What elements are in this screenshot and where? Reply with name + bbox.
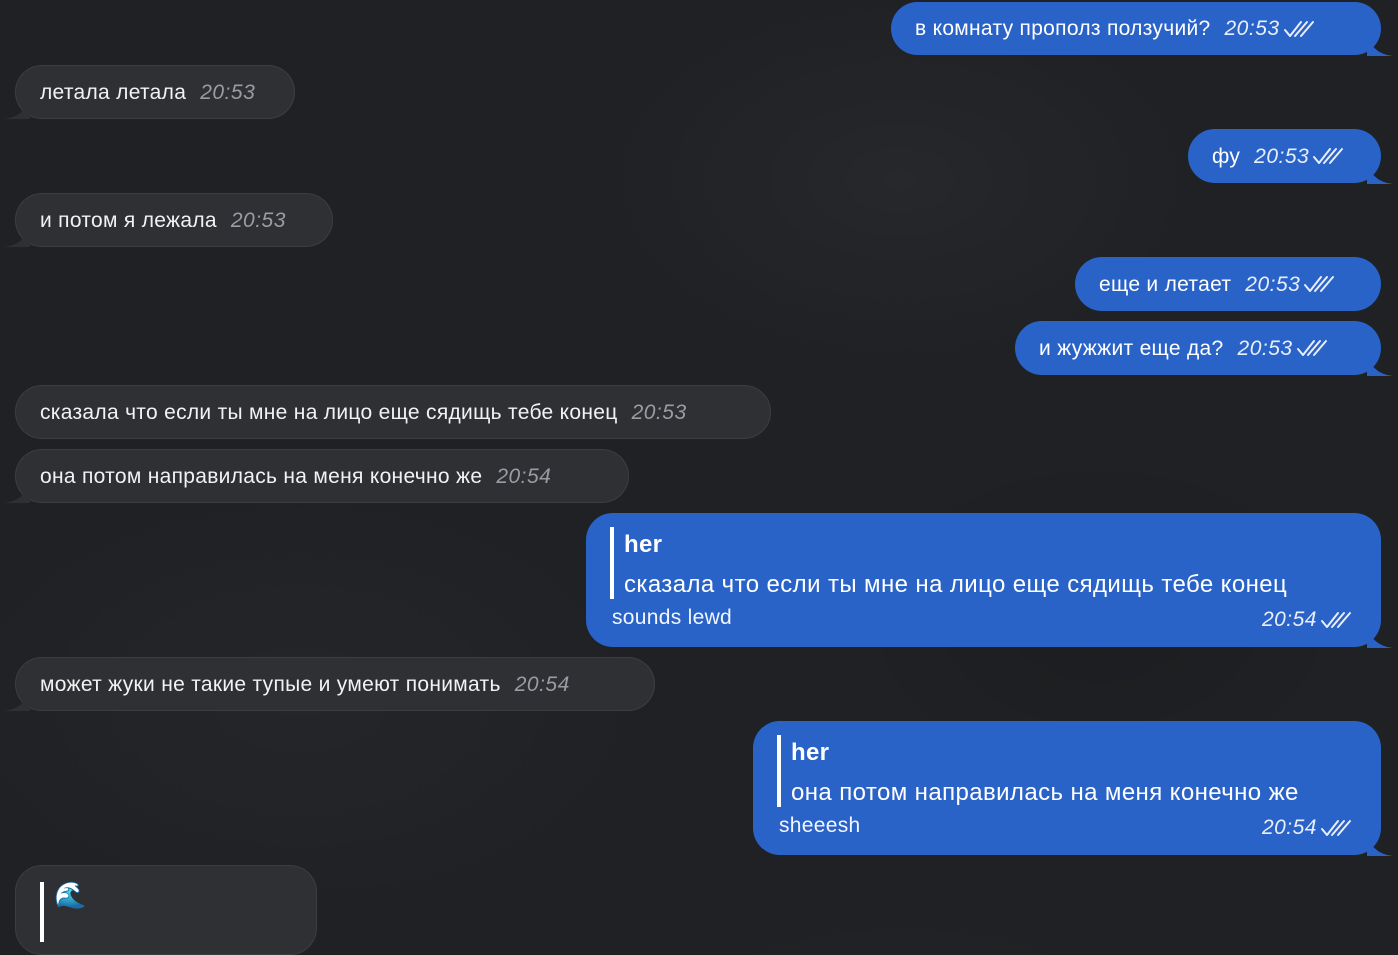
bubble-tail xyxy=(1367,30,1393,56)
outgoing-reply-message[interactable]: her сказала что если ты мне на лицо еще … xyxy=(586,513,1393,648)
double-check-icon xyxy=(1297,339,1327,357)
message-text: летала летала xyxy=(40,80,187,104)
message-text: sheeesh xyxy=(779,814,861,837)
bubble-tail xyxy=(1367,830,1393,856)
quote-author: her xyxy=(624,531,663,558)
outgoing-message[interactable]: фу 20:53 xyxy=(1188,129,1393,184)
outgoing-message[interactable]: еще и летает 20:53 xyxy=(1075,257,1381,311)
message-text: и жужжит еще да? xyxy=(1039,336,1224,360)
quote-author: her xyxy=(791,739,830,766)
reply-quote[interactable]: 🌊 xyxy=(40,882,87,942)
message-time: 20:53 xyxy=(1224,17,1280,40)
bubble-tail xyxy=(1367,622,1393,648)
quote-text: она потом направилась на меня конечно же xyxy=(791,779,1299,806)
double-check-icon xyxy=(1321,611,1351,629)
message-time: 20:53 xyxy=(631,400,687,424)
outgoing-message[interactable]: и жужжит еще да? 20:53 xyxy=(1015,321,1393,376)
message-text: может жуки не такие тупые и умеют понима… xyxy=(40,672,501,696)
message-text: и потом я лежала xyxy=(40,208,217,232)
bubble-tail xyxy=(4,221,30,247)
message-time: 20:53 xyxy=(1254,144,1310,168)
incoming-reply-message[interactable]: 🌊 xyxy=(15,865,317,955)
outgoing-message[interactable]: в комнату прополз ползучий? 20:53 xyxy=(891,2,1393,56)
double-check-icon xyxy=(1304,275,1334,293)
double-check-icon xyxy=(1284,20,1314,38)
incoming-message[interactable]: и потом я лежала 20:53 xyxy=(4,193,333,247)
message-time: 20:54 xyxy=(514,672,570,696)
message-time: 20:53 xyxy=(1237,336,1293,360)
bubble-tail xyxy=(4,477,30,503)
message-text: еще и летает xyxy=(1099,272,1232,296)
incoming-message[interactable]: может жуки не такие тупые и умеют понима… xyxy=(4,657,655,711)
message-time: 20:54 xyxy=(496,464,552,488)
reply-quote[interactable]: her она потом направилась на меня конечн… xyxy=(777,735,1299,807)
message-text: она потом направилась на меня конечно же xyxy=(40,464,483,488)
wave-emoji: 🌊 xyxy=(54,880,87,910)
message-time: 20:53 xyxy=(1245,272,1301,296)
outgoing-reply-message[interactable]: her она потом направилась на меня конечн… xyxy=(753,721,1393,856)
quote-text: сказала что если ты мне на лицо еще сяди… xyxy=(624,571,1288,598)
message-text: в комнату прополз ползучий? xyxy=(915,17,1211,40)
double-check-icon xyxy=(1321,819,1351,837)
message-text: sounds lewd xyxy=(612,606,733,629)
incoming-message[interactable]: летала летала 20:53 xyxy=(4,65,295,119)
message-time: 20:54 xyxy=(1261,608,1317,631)
message-text: сказала что если ты мне на лицо еще сяди… xyxy=(40,400,618,424)
bubble-tail xyxy=(4,93,30,119)
message-text: фу xyxy=(1212,144,1241,168)
double-check-icon xyxy=(1313,147,1343,165)
incoming-message[interactable]: сказала что если ты мне на лицо еще сяди… xyxy=(15,385,771,439)
message-time: 20:53 xyxy=(230,208,286,232)
incoming-message[interactable]: она потом направилась на меня конечно же… xyxy=(4,449,629,503)
reply-quote[interactable]: her сказала что если ты мне на лицо еще … xyxy=(610,527,1287,599)
bubble-tail xyxy=(4,685,30,711)
message-time: 20:53 xyxy=(200,80,256,104)
bubble-tail xyxy=(1367,350,1393,376)
message-time: 20:54 xyxy=(1261,816,1317,839)
bubble-tail xyxy=(1367,158,1393,184)
